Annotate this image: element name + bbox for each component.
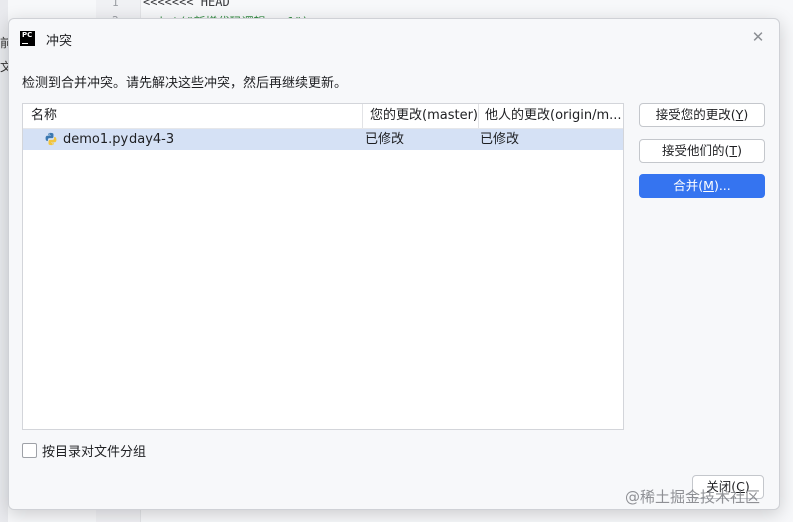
row-file-path: day4-3 [129,132,175,147]
accept-yours-button[interactable]: 接受您的更改(Y) [639,103,765,127]
row-file-name: demo1.py [63,132,129,147]
background-line-number: 1 [112,0,119,9]
python-file-icon [45,132,57,146]
close-icon[interactable]: ✕ [750,29,766,45]
conflicts-dialog: PC 冲突 ✕ 检测到合并冲突。请先解决这些冲突，然后再继续更新。 名称 您的更… [8,18,780,510]
dialog-title: 冲突 [46,34,73,49]
row-their-status: 已修改 [480,132,520,147]
pycharm-logo-icon: PC [20,31,35,46]
table-header: 名称 您的更改(master) 他人的更改(origin/m... [23,104,623,129]
background-code-line: <<<<<<< HEAD [143,0,230,9]
column-header-name[interactable]: 名称 [31,104,351,128]
row-your-status: 已修改 [365,132,405,147]
column-header-theirs[interactable]: 他人的更改(origin/m... [485,104,621,128]
watermark: @稀土掘金技术社区 [625,488,761,506]
column-separator [478,104,479,128]
column-header-yours[interactable]: 您的更改(master) [370,104,478,128]
merge-button[interactable]: 合并(M)... [639,174,765,198]
table-row[interactable]: demo1.py day4-3 已修改 已修改 [23,129,623,150]
background-tool-strip [0,0,8,522]
conflict-message: 检测到合并冲突。请先解决这些冲突，然后再继续更新。 [22,76,348,91]
conflicts-table: 名称 您的更改(master) 他人的更改(origin/m... demo1.… [22,103,624,430]
accept-theirs-button[interactable]: 接受他们的(T) [639,139,765,163]
column-separator [362,104,363,128]
group-by-directory-label[interactable]: 按目录对文件分组 [42,441,146,460]
dialog-titlebar[interactable]: PC 冲突 ✕ [9,19,779,59]
group-by-directory-checkbox[interactable] [22,443,37,458]
